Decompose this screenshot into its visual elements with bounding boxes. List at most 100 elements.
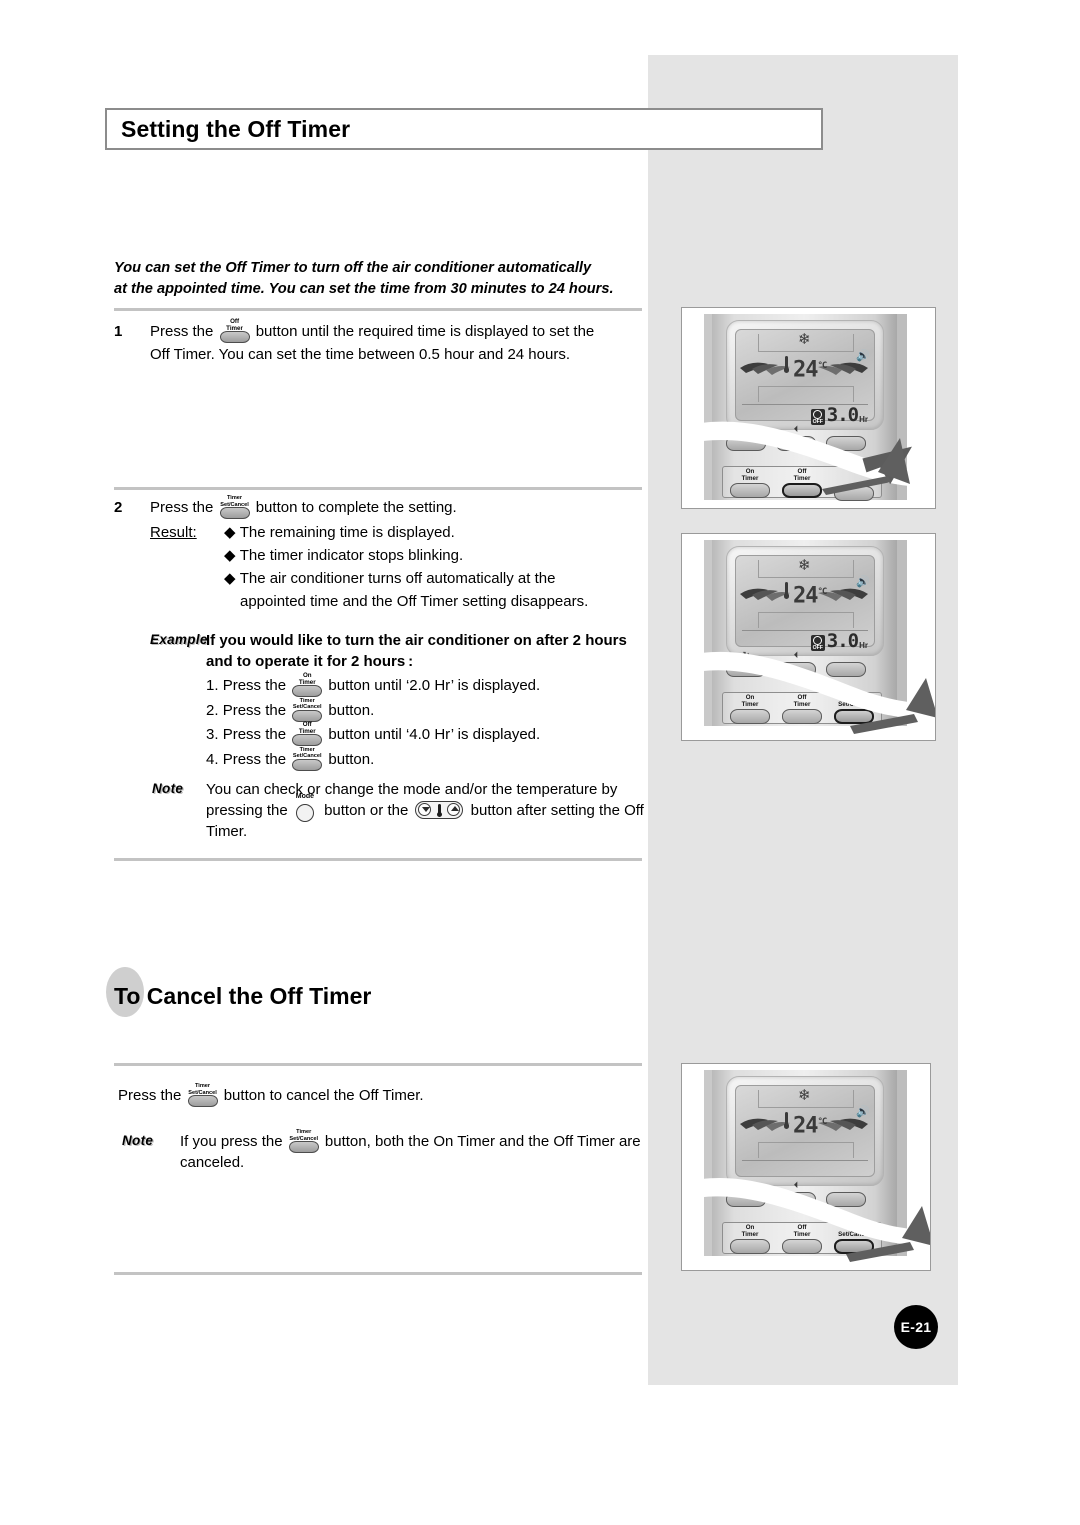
result-item-text: The timer indicator stops blinking. (239, 547, 464, 564)
example-heading-line1: If you would like to turn the air condit… (206, 632, 627, 649)
timer-unit: Hr (859, 415, 868, 424)
example-step-number: 2. (206, 701, 219, 719)
off-timer-button-icon[interactable]: Off Timer (292, 721, 323, 746)
off-timer-button-icon[interactable]: Off Timer (219, 318, 250, 343)
snowflake-icon: ❄ (798, 557, 811, 574)
mode-button-icon[interactable]: Mode (294, 793, 318, 822)
timer-set-cancel-button-icon[interactable]: Timer Set/Cancel (187, 1083, 218, 1107)
note-2-text-1: If you press the (180, 1133, 283, 1150)
thermometer-icon (783, 1112, 790, 1129)
extra-button[interactable] (826, 1192, 866, 1207)
off-timer-button[interactable] (782, 1239, 822, 1255)
example-step: 4. Press the Timer Set/Cancel button. (206, 747, 642, 773)
result-item-text: The remaining time is displayed. (239, 524, 455, 541)
swing-icon: ⏴ (793, 650, 799, 660)
on-timer-button[interactable] (730, 1239, 770, 1255)
timer-set-cancel-button-icon[interactable]: Timer Set/Cancel (292, 747, 323, 771)
tsc-label-2: Set/Cancel (838, 1230, 870, 1238)
turbo-button[interactable] (726, 662, 766, 677)
extra-button[interactable] (826, 662, 866, 677)
timer-set-cancel-button[interactable] (834, 485, 874, 501)
swing-icon: ⏴ (793, 1180, 799, 1190)
swing-button[interactable] (776, 1192, 816, 1207)
cancel-post-text: button to cancel the Off Timer. (223, 1087, 424, 1104)
lcd-bezel: ❄ 🔊 24°C (726, 320, 884, 430)
lcd-temperature: 24°C (793, 354, 827, 382)
button-cap (292, 758, 323, 771)
step-2: 2 Press the Timer Set/Cancel button to co… (114, 495, 644, 613)
swing-button[interactable] (776, 436, 816, 451)
lcd-temperature-value: 24 (793, 1113, 818, 1139)
example-step-number: 3. (206, 726, 219, 743)
button-cap (219, 507, 250, 519)
extra-button[interactable] (826, 436, 866, 451)
lcd-mid-slot (758, 386, 854, 402)
on-timer-button-icon[interactable]: On Timer (292, 672, 323, 697)
step-1: 1 Press the Off Timer button until the re… (114, 318, 644, 366)
step-2-post-text: button to complete the setting. (255, 499, 457, 516)
example-step-number: 1. (206, 677, 219, 694)
on-timer-cell: On Timer (726, 468, 774, 499)
off-timer-button[interactable] (782, 483, 822, 499)
timer-value: 3.0 (826, 630, 859, 652)
remote-button-row-top: ↻ ⏴ (726, 424, 866, 451)
on-timer-cell: On Timer (726, 1224, 774, 1255)
timer-set-cancel-button-icon[interactable]: Timer Set/Cancel (288, 1129, 319, 1153)
note-tag: Note (152, 781, 184, 796)
remote-button-area: ↻ ⏴ On Timer Off Timer Timer Set/Cancel (722, 1180, 888, 1255)
off-timer-label-2: Timer (793, 1230, 811, 1238)
button-cap (187, 1095, 218, 1107)
turbo-button[interactable] (726, 436, 766, 451)
timer-unit: Hr (859, 641, 868, 650)
thermometer-icon (436, 803, 442, 817)
turbo-button[interactable] (726, 1192, 766, 1207)
example-steps: 1. Press the On Timer button until ‘2.0 H… (206, 672, 642, 773)
on-timer-cell: On Timer (726, 694, 774, 725)
example-step: 3. Press the Off Timer button until ‘4.0 … (206, 721, 642, 748)
lcd-bezel: ❄ 🔊 24°C (726, 546, 884, 656)
timer-set-cancel-cell: Timer Set/Cancel (830, 1224, 878, 1255)
timer-set-cancel-button-icon[interactable]: Timer Set/Cancel (292, 698, 323, 722)
remote-illustration-step2: ❄ 🔊 24°C OFF 3.0 Hr ↻ ⏴ On Timer Off Tim… (681, 533, 936, 741)
clock-icon (813, 410, 823, 419)
remote-button-area: ↻ ⏴ On Timer Off Timer (722, 424, 888, 501)
example-step-post: button until ‘2.0 Hr’ is displayed. (328, 677, 541, 694)
on-timer-label-2: Timer (741, 700, 759, 708)
intro-paragraph: You can set the Off Timer to turn off th… (114, 258, 654, 300)
example-step-pre: Press the (222, 677, 287, 694)
swing-icon: ⏴ (793, 424, 799, 434)
lcd-mid-slot (758, 1142, 854, 1158)
result-item-text: The air conditioner turns off automatica… (239, 570, 589, 610)
off-timer-badge-icon: OFF (810, 409, 825, 425)
timer-value: 3.0 (826, 404, 859, 426)
step-1-pre-text: Press the (150, 323, 214, 340)
off-timer-button[interactable] (782, 709, 822, 725)
example-step-pre: Press the (222, 701, 287, 719)
divider-1 (114, 308, 642, 311)
step-2-number: 2 (114, 499, 123, 516)
thermometer-icon (783, 356, 790, 373)
button-cap (295, 803, 314, 822)
section-2-title: To Cancel the Off Timer (106, 969, 371, 1024)
on-timer-button[interactable] (730, 483, 770, 499)
off-timer-label-2: Timer (793, 700, 811, 708)
swing-button[interactable] (776, 662, 816, 677)
on-timer-button[interactable] (730, 709, 770, 725)
timer-set-cancel-button-icon[interactable]: Timer Set/Cancel (219, 495, 250, 519)
btn-label-line1: Timer (299, 746, 315, 753)
result-label: Result: (150, 524, 197, 541)
turbo-icon: ↻ (742, 424, 750, 434)
divider-3 (114, 858, 642, 861)
off-timer-label-2: Timer (793, 474, 811, 482)
turbo-icon: ↻ (742, 650, 750, 660)
temperature-button-icon[interactable] (415, 800, 464, 819)
lcd-bezel: ❄ 🔊 24°C (726, 1076, 884, 1186)
remote-edge-right (897, 1070, 907, 1256)
result-item: ◆ The remaining time is displayed. (224, 524, 455, 541)
example-step-pre: Press the (222, 750, 287, 768)
turbo-icon: ↻ (742, 1180, 750, 1190)
timer-set-cancel-button[interactable] (834, 709, 874, 725)
step-1-post-text: button until the required time is displa… (255, 323, 595, 340)
remote-illustration-cancel: ❄ 🔊 24°C ↻ ⏴ On Timer Off Timer Timer Se… (681, 1063, 931, 1271)
timer-set-cancel-button[interactable] (834, 1239, 874, 1255)
